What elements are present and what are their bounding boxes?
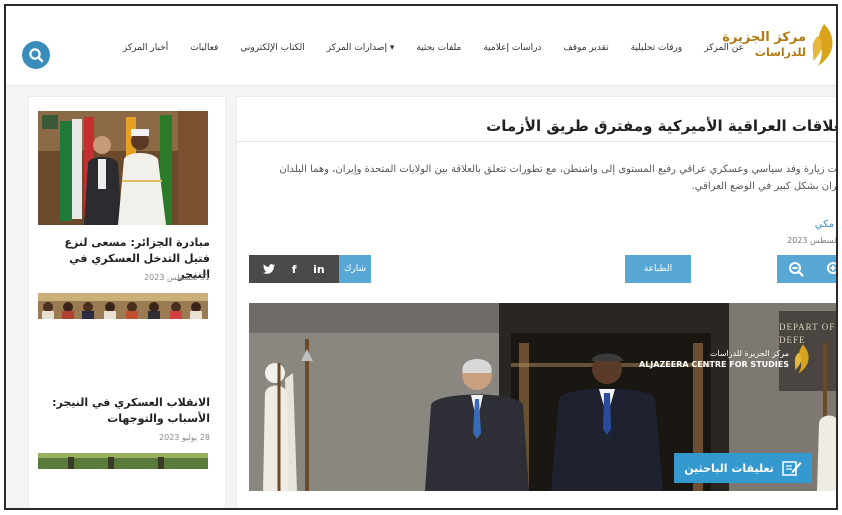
nav-research-files[interactable]: ملفات بحثية <box>416 43 461 53</box>
twitter-icon[interactable] <box>263 264 276 274</box>
logo-mark-icon <box>810 22 836 68</box>
article-panel: العلاقات العراقية الأميركية ومفترق طريق … <box>236 96 838 508</box>
main-nav: عن المركز ورقات تحليلية تقدير موقف دراسا… <box>123 43 744 53</box>
search-button[interactable] <box>22 41 50 69</box>
zoom-out-icon <box>789 262 804 277</box>
zoom-in-button[interactable] <box>815 255 836 283</box>
browser-frame: مركز الجزيرة للدراسات عن المركز ورقات تح… <box>4 4 838 510</box>
related-strip-image[interactable] <box>38 293 208 319</box>
site-header: مركز الجزيرة للدراسات عن المركز ورقات تح… <box>6 6 836 86</box>
edit-note-icon <box>782 461 802 476</box>
linkedin-icon[interactable]: in <box>313 263 325 276</box>
article-date: 17 أغسطس 2023 <box>787 236 838 245</box>
related-sidebar: مبادرة الجزائر: مسعى لنزع فتيل التدخل ال… <box>28 96 226 508</box>
share-bar: f in شارك <box>249 255 371 283</box>
nav-about[interactable]: عن المركز <box>704 43 744 53</box>
related-image-2[interactable] <box>38 453 208 469</box>
nav-media-studies[interactable]: دراسات إعلامية <box>483 43 541 53</box>
hero-logo-arabic: مركز الجزيرة للدراسات <box>709 349 789 358</box>
related-date-2: 28 يوليو 2023 <box>159 433 210 442</box>
nav-events[interactable]: فعاليات <box>190 43 218 53</box>
related-image-1[interactable] <box>38 111 208 225</box>
nav-position-assessment[interactable]: تقدير موقف <box>563 43 608 53</box>
researchers-comments-label: تعليقات الباحثين <box>684 461 774 475</box>
nav-news[interactable]: أخبار المركز <box>123 43 168 53</box>
nav-ebook[interactable]: الكتاب الإلكتروني <box>240 43 304 53</box>
researchers-comments-button[interactable]: تعليقات الباحثين <box>674 453 812 483</box>
hero-sign-text: DEPART OF DEFE <box>779 322 836 345</box>
share-icons: f in <box>249 255 339 283</box>
facebook-icon[interactable]: f <box>292 263 297 276</box>
nav-publications[interactable]: إصدارات المركز ▾ <box>327 43 395 53</box>
related-title-2[interactable]: الانقلاب العسكري في النيجر: الأسباب والت… <box>38 395 210 427</box>
share-button[interactable]: شارك <box>339 255 371 283</box>
print-button[interactable]: الطباعة <box>625 255 691 283</box>
related-date-1: 31 أغسطس 2023 <box>144 273 210 282</box>
hero-watermark-logo: مركز الجزيرة للدراسات ALJAZEERA CENTRE F… <box>639 343 811 375</box>
hero-logo-english: ALJAZEERA CENTRE FOR STUDIES <box>639 360 789 369</box>
article-title: العلاقات العراقية الأميركية ومفترق طريق … <box>486 117 838 135</box>
hero-logo-mark-icon <box>794 344 809 374</box>
title-divider <box>237 141 836 142</box>
article-hero-image: مركز الجزيرة للدراسات ALJAZEERA CENTRE F… <box>249 303 836 491</box>
nav-analytical-papers[interactable]: ورقات تحليلية <box>631 43 683 53</box>
article-author[interactable]: لقاء مكي <box>815 219 836 230</box>
search-icon <box>29 48 44 63</box>
article-summary: تزامنت زيارة وفد سياسي وعسكري عراقي رفيع… <box>279 164 838 192</box>
zoom-in-icon <box>827 262 836 274</box>
zoom-out-button[interactable] <box>777 255 815 283</box>
